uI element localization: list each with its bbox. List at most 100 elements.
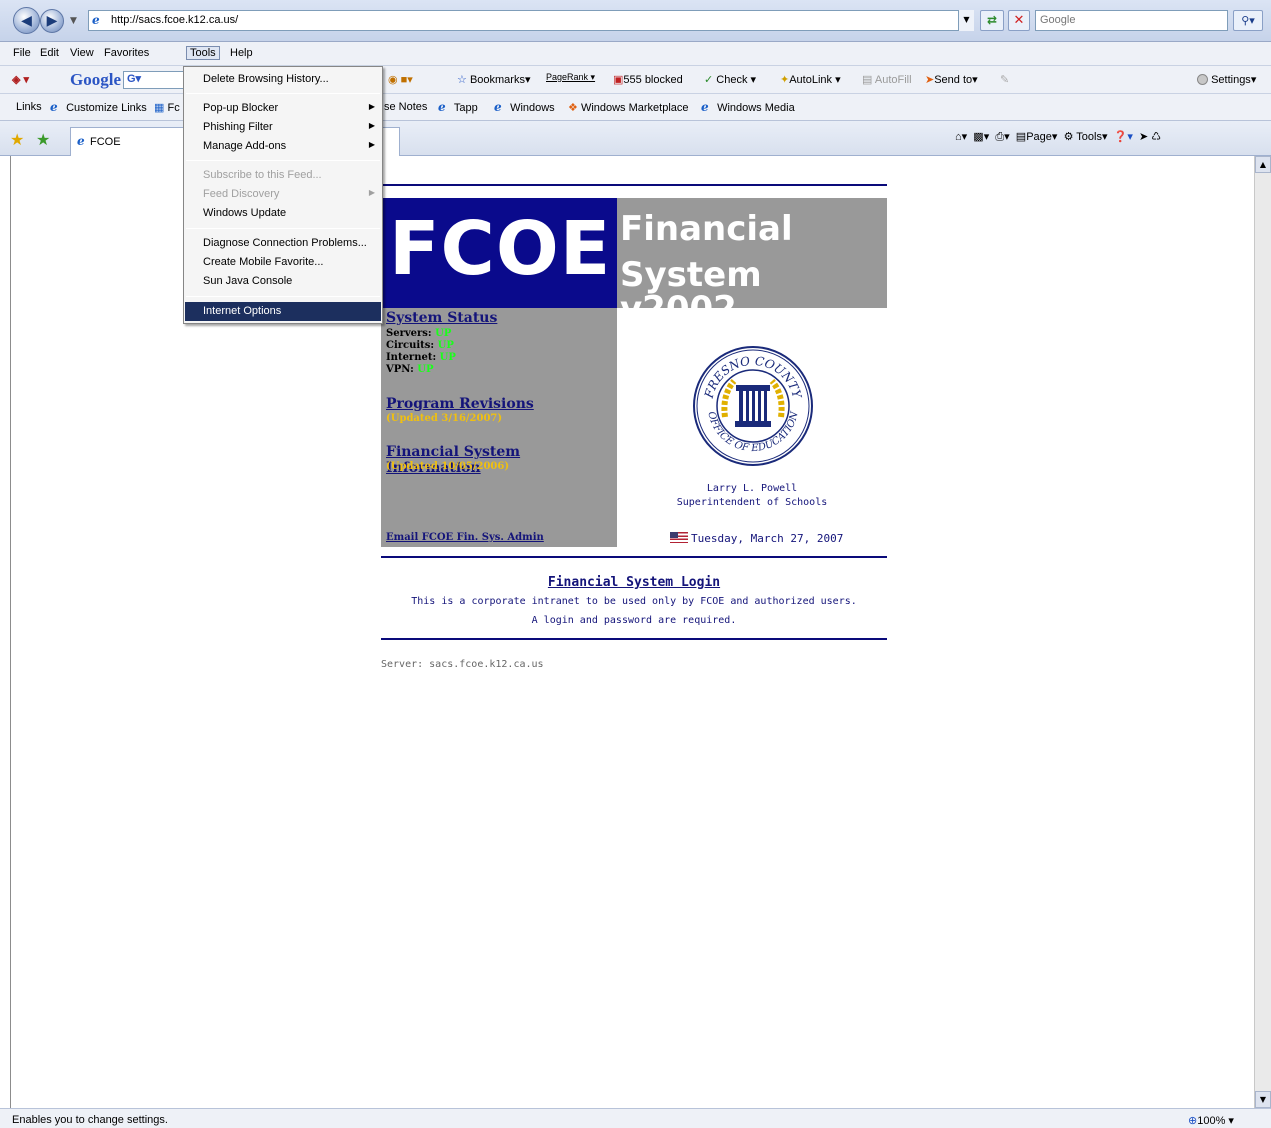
date-line: Tuesday, March 27, 2007 xyxy=(670,532,843,545)
settings-label: Settings xyxy=(1211,74,1251,86)
blocked-icon: ▣ xyxy=(613,74,624,86)
help-icon[interactable]: ❓▾ xyxy=(1114,131,1133,143)
email-admin-link[interactable]: Email FCOE Fin. Sys. Admin xyxy=(386,532,544,543)
ie-page-icon: e xyxy=(438,100,446,114)
menu-item-sun-java-console[interactable]: Sun Java Console xyxy=(185,272,381,291)
menu-edit[interactable]: Edit xyxy=(40,47,59,59)
link-release-notes[interactable]: se Notes xyxy=(384,101,427,113)
toolbar-addon-icon[interactable]: ◈ ▾ xyxy=(12,73,29,86)
status-value: UP xyxy=(417,364,434,375)
menu-item-popup-blocker[interactable]: Pop-up Blocker ▶ xyxy=(185,99,381,118)
status-label: Servers: xyxy=(386,328,432,339)
highlight-icon[interactable]: ✎ xyxy=(1000,73,1009,86)
address-toolbar: ◀ ▶ ▼ e http://sacs.fcoe.k12.ca.us/ ▼ ⇄ … xyxy=(0,0,1271,42)
menu-item-label: Phishing Filter xyxy=(203,121,273,133)
autolink-button[interactable]: ✦AutoLink ▾ xyxy=(780,73,841,86)
autofill-button[interactable]: ▤ AutoFill xyxy=(862,73,912,86)
server-info: Server: sacs.fcoe.k12.ca.us xyxy=(381,659,544,670)
messenger-icon[interactable]: ♺ xyxy=(1151,131,1161,143)
send-to-button[interactable]: ➤Send to▾ xyxy=(925,73,978,86)
page-menu-button[interactable]: ▤Page▾ xyxy=(1016,131,1058,143)
address-bar[interactable]: e http://sacs.fcoe.k12.ca.us/ xyxy=(88,10,974,31)
status-value: UP xyxy=(435,328,452,339)
financial-system-information-updated: (Updated 10/05/2006) xyxy=(386,461,510,472)
link-windows-marketplace[interactable]: ❖ Windows Marketplace xyxy=(568,101,689,114)
link-partial[interactable]: ▦ Fc xyxy=(154,101,180,114)
address-dropdown-button[interactable]: ▼ xyxy=(958,10,974,31)
popup-blocked-button[interactable]: ▣555 blocked xyxy=(613,73,683,86)
submenu-arrow-icon: ▶ xyxy=(368,188,375,197)
banner-title-line1: Financial xyxy=(620,209,793,249)
menu-view[interactable]: View xyxy=(70,47,94,59)
middle-divider xyxy=(381,556,887,558)
toolbar-popup-icon[interactable]: ◉ ■▾ xyxy=(388,73,413,86)
tools-menu: Delete Browsing History... Pop-up Blocke… xyxy=(183,66,383,324)
menu-item-create-mobile-favorite[interactable]: Create Mobile Favorite... xyxy=(185,253,381,272)
link-customize-links[interactable]: e Customize Links xyxy=(50,101,147,115)
search-icon: ⚲▾ xyxy=(1241,14,1255,27)
program-revisions-link[interactable]: Program Revisions xyxy=(386,396,534,412)
scroll-down-arrow-icon[interactable]: ▼ xyxy=(1255,1091,1271,1108)
settings-button[interactable]: Settings▾ xyxy=(1197,73,1256,86)
search-button[interactable]: ⚲▾ xyxy=(1233,10,1263,31)
menu-item-subscribe-feed: Subscribe to this Feed... xyxy=(185,166,381,185)
spellcheck-button[interactable]: ✓ Check ▾ xyxy=(704,73,756,86)
autofill-label: AutoFill xyxy=(874,74,912,86)
autolink-label: AutoLink xyxy=(789,74,833,86)
menu-item-delete-browsing-history[interactable]: Delete Browsing History... xyxy=(185,70,381,89)
tools-menu-button[interactable]: ⚙ Tools▾ xyxy=(1064,131,1108,143)
forward-button[interactable]: ▶ xyxy=(40,9,64,33)
menu-help[interactable]: Help xyxy=(230,47,253,59)
menu-tools[interactable]: Tools xyxy=(186,46,220,60)
top-divider xyxy=(381,184,887,186)
vertical-scrollbar[interactable]: ▲ ▼ xyxy=(1254,156,1271,1108)
menu-favorites[interactable]: Favorites xyxy=(104,47,149,59)
menu-item-label: Subscribe to this Feed... xyxy=(203,169,322,181)
system-status-link[interactable]: System Status xyxy=(386,310,497,326)
refresh-button[interactable]: ⇄ xyxy=(980,10,1004,31)
link-windows-media[interactable]: e Windows Media xyxy=(701,101,795,115)
menu-item-internet-options[interactable]: Internet Options xyxy=(185,302,381,321)
menu-file[interactable]: File xyxy=(13,47,31,59)
feeds-icon[interactable]: ▩▾ xyxy=(973,131,989,143)
pagerank-button[interactable]: PageRank ▾ xyxy=(546,72,595,83)
link-windows[interactable]: e Windows xyxy=(494,101,555,115)
status-value: UP xyxy=(439,352,456,363)
google-search-input[interactable]: G▾ xyxy=(123,71,185,89)
google-logo[interactable]: Google xyxy=(70,70,121,90)
menu-item-diagnose-connection[interactable]: Diagnose Connection Problems... xyxy=(185,234,381,253)
menu-item-label: Pop-up Blocker xyxy=(203,102,279,114)
windows-flag-icon: ❖ xyxy=(568,102,578,114)
stop-button[interactable]: ✕ xyxy=(1008,10,1030,31)
recent-pages-dropdown[interactable]: ▼ xyxy=(70,16,77,26)
gear-icon: ⚙ xyxy=(1063,131,1074,143)
scroll-up-arrow-icon[interactable]: ▲ xyxy=(1255,156,1271,173)
county-seal-logo: FRESNO COUNTY OFFICE OF EDUCATION xyxy=(693,346,813,466)
stop-icon: ✕ xyxy=(1013,13,1025,28)
login-notice-line1: This is a corporate intranet to be used … xyxy=(411,596,857,607)
menu-separator xyxy=(186,228,380,229)
menu-item-windows-update[interactable]: Windows Update xyxy=(185,204,381,223)
status-vpn: VPN: UP xyxy=(386,364,434,375)
print-icon[interactable]: ⎙▾ xyxy=(995,131,1009,143)
menu-item-phishing-filter[interactable]: Phishing Filter ▶ xyxy=(185,118,381,137)
research-icon[interactable]: ➤ xyxy=(1139,131,1148,143)
menu-item-manage-addons[interactable]: Manage Add-ons ▶ xyxy=(185,137,381,156)
program-revisions-updated: (Updated 3/16/2007) xyxy=(386,413,503,424)
menu-item-feed-discovery: Feed Discovery ▶ xyxy=(185,185,381,204)
zoom-control[interactable]: ⊕100% ▾ xyxy=(1188,1114,1234,1127)
bookmarks-button[interactable]: ☆ Bookmarks▾ xyxy=(457,73,531,86)
zoom-level: 100% xyxy=(1197,1115,1226,1127)
search-input[interactable]: Google xyxy=(1035,10,1228,31)
us-flag-icon xyxy=(670,532,688,543)
add-favorites-icon[interactable]: ★ xyxy=(36,130,50,149)
favorites-center-icon[interactable]: ★ xyxy=(10,130,24,149)
back-button[interactable]: ◀ xyxy=(13,7,40,34)
home-icon[interactable]: ⌂▾ xyxy=(955,131,967,143)
address-url[interactable]: http://sacs.fcoe.k12.ca.us/ xyxy=(111,14,238,26)
link-tapp[interactable]: e Tapp xyxy=(438,100,478,115)
star-icon: ☆ xyxy=(457,74,467,86)
windows-label: Windows xyxy=(510,102,555,114)
submenu-arrow-icon: ▶ xyxy=(368,121,375,130)
financial-system-login-link[interactable]: Financial System Login xyxy=(381,575,887,590)
